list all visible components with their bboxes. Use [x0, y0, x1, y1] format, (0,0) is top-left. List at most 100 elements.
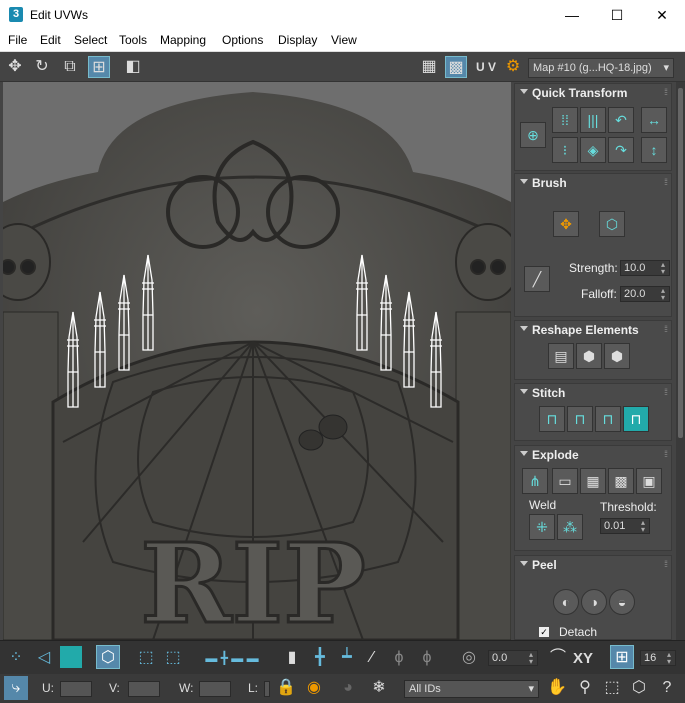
paint-move-icon[interactable]: ✥	[553, 211, 579, 237]
strength-spinner[interactable]: 10.0	[620, 260, 670, 276]
brush-falloff-icon[interactable]: ╱	[524, 266, 550, 292]
straighten-icon[interactable]: ◈	[580, 137, 606, 163]
break-icon[interactable]: ⋔	[522, 468, 548, 494]
soft-select-icon[interactable]: ◎	[457, 646, 481, 670]
mirror-icon[interactable]: ◧	[122, 56, 144, 78]
falloff-curve-icon[interactable]: ⌒	[546, 646, 570, 670]
loop-icon[interactable]: ▮	[280, 646, 304, 670]
peel-quick-icon[interactable]: ◐	[553, 589, 579, 615]
checker-icon[interactable]: ▦	[418, 56, 440, 78]
checker-alt-icon[interactable]: ▩	[445, 56, 467, 78]
paint-grow-icon[interactable]: ϕ	[387, 646, 411, 670]
collapse-icon[interactable]	[520, 561, 528, 566]
uv-viewport[interactable]: RIP	[3, 82, 511, 640]
stitch-custom-icon[interactable]: ⊓	[539, 406, 565, 432]
uv-toggle[interactable]: U V	[473, 56, 499, 78]
face-mode-icon[interactable]	[60, 646, 82, 668]
xy-label[interactable]: XY	[573, 650, 593, 667]
flatten-icon[interactable]: ▭	[552, 468, 578, 494]
zoom-extents-icon[interactable]: ⬡	[627, 676, 651, 700]
l-field[interactable]	[264, 681, 270, 697]
w-field[interactable]	[199, 681, 231, 697]
stitch-target-icon[interactable]: ⊓	[623, 406, 649, 432]
falloff-spinner[interactable]: 20.0	[620, 286, 670, 302]
align-grid-icon[interactable]: ⁝	[552, 137, 578, 163]
collapse-icon[interactable]	[520, 326, 528, 331]
straighten-selection-icon[interactable]: ▤	[548, 343, 574, 369]
bottom-toolbar: ⁘ ◁ ⬡ ⬚ ⬚ ▬ ╋ ▬ ▬ ▮ ╋ ┷ ⁄ ϕ ϕ ◎ 0.0 ⌒ XY…	[0, 640, 685, 674]
freeze-icon[interactable]: ❄	[367, 676, 391, 700]
align-vertical-icon[interactable]: |||	[580, 107, 606, 133]
rotate-icon[interactable]: ↻	[31, 56, 53, 78]
grid-spinner[interactable]: 16	[640, 650, 676, 666]
texture-settings-icon[interactable]: ⚙	[502, 56, 524, 78]
set-pivot-icon[interactable]: ⊕	[520, 122, 546, 148]
zoom-region-icon[interactable]: ⬚	[600, 676, 624, 700]
menu-display[interactable]: Display	[278, 33, 317, 47]
edge-mode-icon[interactable]: ◁	[32, 646, 56, 670]
scale-icon[interactable]: ⧉	[59, 56, 81, 78]
peel-reset-icon[interactable]: ◒	[609, 589, 635, 615]
stitch-source-icon[interactable]: ⊓	[567, 406, 593, 432]
space-horizontal-icon[interactable]: ↔	[641, 107, 667, 133]
collapse-icon[interactable]	[520, 451, 528, 456]
threshold-spinner[interactable]: 0.01	[600, 518, 650, 534]
scroll-thumb[interactable]	[678, 88, 683, 438]
weld-selected-icon[interactable]: ⁜	[529, 514, 555, 540]
rollout-title: Peel	[532, 558, 557, 572]
pan-icon[interactable]: ✋	[545, 676, 569, 700]
flatten-by-material-icon[interactable]: ▩	[608, 468, 634, 494]
collapse-icon[interactable]	[520, 389, 528, 394]
help-icon[interactable]: ?	[655, 676, 679, 700]
minimize-button[interactable]: —	[549, 0, 595, 30]
lock-icon[interactable]: 🔒	[274, 676, 298, 700]
grid-snap-icon[interactable]: ⊞	[610, 645, 634, 669]
paint-shrink-icon[interactable]: ϕ	[415, 646, 439, 670]
collapse-icon[interactable]	[520, 179, 528, 184]
select-by-element-icon[interactable]: ⬚	[134, 646, 158, 670]
maximize-button[interactable]: ☐	[594, 0, 640, 30]
zoom-icon[interactable]: ⚲	[573, 676, 597, 700]
element-mode-icon[interactable]: ⬡	[96, 645, 120, 669]
menu-mapping[interactable]: Mapping	[160, 33, 206, 47]
v-field[interactable]	[128, 681, 160, 697]
absolute-mode-icon[interactable]: ⤷	[4, 676, 28, 700]
freeform-icon[interactable]: ⊞	[88, 56, 110, 78]
collapse-icon[interactable]	[520, 89, 528, 94]
grow-shrink-icons[interactable]: ▬ ╋ ▬ ▬	[192, 646, 272, 670]
align-horizontal-icon[interactable]: ⁞⁞	[552, 107, 578, 133]
show-icon[interactable]: ◕	[336, 676, 360, 700]
map-select[interactable]: Map #10 (g...HQ-18.jpg) ▾	[528, 58, 674, 78]
ring-icon[interactable]: ╋	[308, 646, 332, 670]
id-filter-select[interactable]: All IDs ▾	[404, 680, 539, 698]
close-button[interactable]: ✕	[639, 0, 685, 30]
relax-brush-icon[interactable]: ⬡	[599, 211, 625, 237]
menu-options[interactable]: Options	[222, 33, 263, 47]
vertex-mode-icon[interactable]: ⁘	[4, 646, 28, 670]
soft-select-spinner[interactable]: 0.0	[488, 650, 538, 666]
rotate-cw-icon[interactable]: ↷	[608, 137, 634, 163]
flatten-settings-icon[interactable]: ▣	[636, 468, 662, 494]
menu-select[interactable]: Select	[74, 33, 107, 47]
detach-checkbox[interactable]: ✓	[539, 627, 549, 637]
menu-edit[interactable]: Edit	[40, 33, 61, 47]
stitch-average-icon[interactable]: ⊓	[595, 406, 621, 432]
rollout-peel: Peel ⁞⁞ ◐ ◑ ◒ ✓ Detach	[514, 555, 672, 640]
relax-icon[interactable]: ⬢	[576, 343, 602, 369]
peel-mode-icon[interactable]: ◑	[581, 589, 607, 615]
select-ignore-backface-icon[interactable]: ⬚	[161, 646, 185, 670]
menu-view[interactable]: View	[331, 33, 357, 47]
path-select-icon[interactable]: ┷	[335, 646, 359, 670]
flatten-by-group-icon[interactable]: ▦	[580, 468, 606, 494]
u-field[interactable]	[60, 681, 92, 697]
rotate-ccw-icon[interactable]: ↶	[608, 107, 634, 133]
paint-select-icon[interactable]: ⁄	[360, 646, 384, 670]
menu-file[interactable]: File	[8, 33, 27, 47]
hide-icon[interactable]: ◉	[302, 676, 326, 700]
panel-scrollbar[interactable]	[676, 82, 685, 640]
space-vertical-icon[interactable]: ↕	[641, 137, 667, 163]
weld-target-icon[interactable]: ⁂	[557, 514, 583, 540]
menu-tools[interactable]: Tools	[119, 33, 147, 47]
move-icon[interactable]: ✥	[4, 56, 26, 78]
relax-settings-icon[interactable]: ⬢	[604, 343, 630, 369]
